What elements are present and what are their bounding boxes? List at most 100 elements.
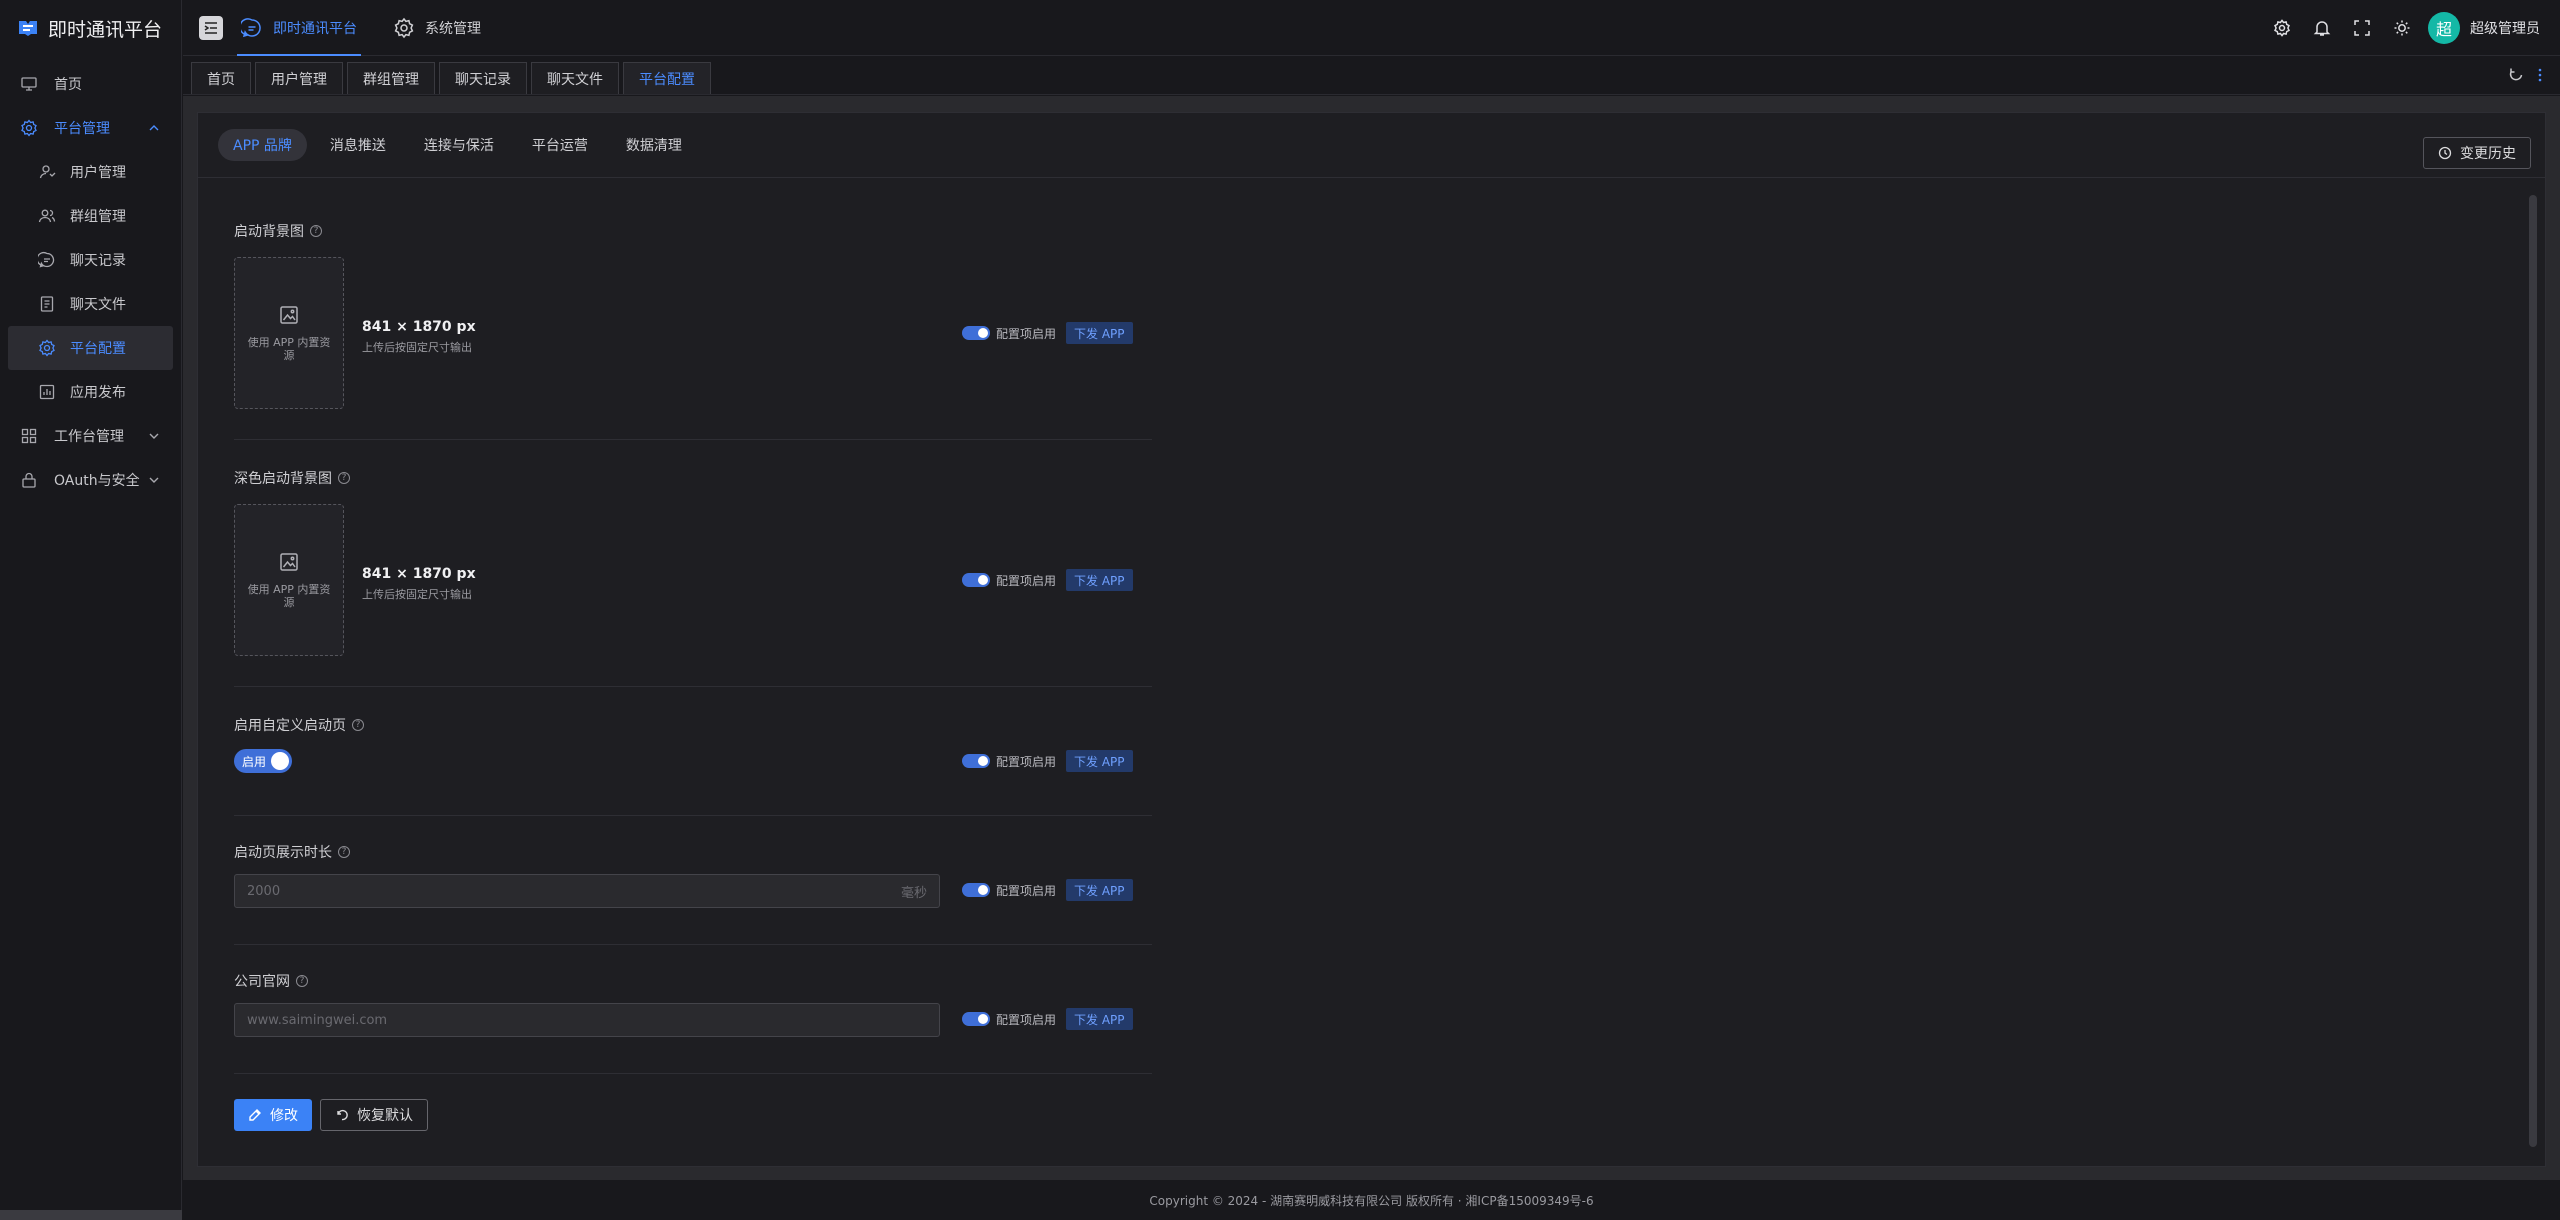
splash-duration-input[interactable]: 2000 毫秒 <box>234 874 940 908</box>
help-icon[interactable]: ? <box>338 846 350 858</box>
monitor-icon <box>21 77 37 91</box>
user-icon <box>39 165 56 179</box>
sidebar-item-chat-files[interactable]: 聊天文件 <box>0 282 181 326</box>
app-logo[interactable]: 即时通讯平台 <box>0 0 181 56</box>
help-icon[interactable]: ? <box>338 472 350 484</box>
config-enable-switch[interactable] <box>962 573 990 587</box>
config-enable-switch[interactable] <box>962 326 990 340</box>
header-tab-label: 系统管理 <box>425 20 481 37</box>
chevron-down-icon <box>149 477 159 483</box>
header-tab-system[interactable]: 系统管理 <box>375 0 499 56</box>
form-row-splash-duration: 启动页展示时长 ? 2000 毫秒 配置项启用 下发 APP <box>234 816 1152 945</box>
gear-icon <box>2274 19 2290 37</box>
theme-toggle-button[interactable] <box>2382 8 2422 48</box>
splash-bg-upload[interactable]: 使用 APP 内置资源 <box>234 257 344 409</box>
page-tab-chat-files[interactable]: 聊天文件 <box>531 62 619 94</box>
page-tabs-bar: 首页 用户管理 群组管理 聊天记录 聊天文件 平台配置 <box>183 57 2560 95</box>
config-tabs: APP 品牌 消息推送 连接与保活 平台运营 数据清理 <box>218 129 697 161</box>
push-app-tag[interactable]: 下发 APP <box>1066 322 1133 344</box>
sidebar-item-app-release[interactable]: 应用发布 <box>0 370 181 414</box>
sidebar-group-workbench[interactable]: 工作台管理 <box>0 414 181 458</box>
more-vertical-icon[interactable] <box>2538 67 2542 83</box>
sidebar-group-platform[interactable]: 平台管理 <box>0 106 181 150</box>
sidebar-item-label: 群组管理 <box>70 209 126 225</box>
edit-icon <box>249 1109 261 1121</box>
custom-splash-switch[interactable]: 启用 <box>234 749 292 773</box>
menu-fold-icon <box>204 21 217 34</box>
sidebar-item-home[interactable]: 首页 <box>0 62 181 106</box>
chevron-up-icon <box>149 125 159 131</box>
notifications-button[interactable] <box>2302 8 2342 48</box>
sidebar-item-platform-config[interactable]: 平台配置 <box>8 326 173 370</box>
input-placeholder: 2000 <box>247 883 281 899</box>
tab-connection-keepalive[interactable]: 连接与保活 <box>409 129 509 161</box>
sidebar-item-groups[interactable]: 群组管理 <box>0 194 181 238</box>
push-app-tag[interactable]: 下发 APP <box>1066 569 1133 591</box>
config-enable-switch[interactable] <box>962 883 990 897</box>
upload-text: 使用 APP 内置资源 <box>247 335 331 362</box>
sidebar-item-label: 聊天记录 <box>70 253 126 269</box>
page-tab-groups[interactable]: 群组管理 <box>347 62 435 94</box>
field-label: 深色启动背景图 <box>234 471 332 487</box>
push-app-tag[interactable]: 下发 APP <box>1066 879 1133 901</box>
tab-data-cleanup[interactable]: 数据清理 <box>611 129 697 161</box>
help-icon[interactable]: ? <box>352 719 364 731</box>
input-placeholder: www.saimingwei.com <box>247 1012 388 1028</box>
sidebar-item-label: 聊天文件 <box>70 297 126 313</box>
config-enable-label: 配置项启用 <box>996 326 1057 341</box>
field-label: 启动页展示时长 <box>234 845 332 861</box>
collapse-sidebar-button[interactable] <box>199 15 223 40</box>
content-scrollbar[interactable] <box>2529 195 2537 1147</box>
header-tab-im-platform[interactable]: 即时通讯平台 <box>223 0 375 56</box>
sidebar-scrollbar[interactable] <box>0 1210 182 1220</box>
gear-icon <box>21 119 37 137</box>
user-name[interactable]: 超级管理员 <box>2470 18 2540 38</box>
reset-label: 恢复默认 <box>357 1108 413 1124</box>
edit-button[interactable]: 修改 <box>234 1099 312 1131</box>
gear-icon <box>394 17 414 38</box>
fullscreen-icon <box>2354 20 2370 36</box>
help-icon[interactable]: ? <box>296 975 308 987</box>
edit-label: 修改 <box>270 1108 298 1124</box>
lock-icon <box>22 472 36 488</box>
tab-app-brand[interactable]: APP 品牌 <box>218 129 307 161</box>
page-tab-platform-config[interactable]: 平台配置 <box>623 62 711 94</box>
settings-button[interactable] <box>2262 8 2302 48</box>
config-enable-switch[interactable] <box>962 1012 990 1026</box>
dark-splash-bg-upload[interactable]: 使用 APP 内置资源 <box>234 504 344 656</box>
page-tab-chat-records[interactable]: 聊天记录 <box>439 62 527 94</box>
size-hint: 上传后按固定尺寸输出 <box>362 341 472 354</box>
sidebar: 即时通讯平台 首页 平台管理 用户管理 群组管理 聊天记录 聊天文件 平台配置 … <box>0 0 182 1220</box>
image-icon <box>280 306 298 324</box>
config-enable-label: 配置项启用 <box>996 754 1057 769</box>
config-enable-switch[interactable] <box>962 754 990 768</box>
reset-default-button[interactable]: 恢复默认 <box>320 1099 428 1131</box>
avatar[interactable]: 超 <box>2428 12 2460 44</box>
tab-message-push[interactable]: 消息推送 <box>315 129 401 161</box>
sidebar-item-label: 工作台管理 <box>54 429 124 445</box>
top-header: 即时通讯平台 系统管理 超 超级管理员 <box>183 0 2560 56</box>
page-tab-home[interactable]: 首页 <box>191 62 251 94</box>
sun-icon <box>2394 20 2410 36</box>
sidebar-item-label: 平台配置 <box>70 341 126 357</box>
sidebar-item-users[interactable]: 用户管理 <box>0 150 181 194</box>
sidebar-group-oauth[interactable]: OAuth与安全 <box>0 458 181 502</box>
size-title: 841 × 1870 px <box>362 319 476 335</box>
sidebar-item-chat-records[interactable]: 聊天记录 <box>0 238 181 282</box>
fullscreen-button[interactable] <box>2342 8 2382 48</box>
chat-icon <box>38 251 55 268</box>
company-site-input[interactable]: www.saimingwei.com <box>234 1003 940 1037</box>
push-app-tag[interactable]: 下发 APP <box>1066 750 1133 772</box>
grid-icon <box>21 428 37 444</box>
size-hint: 上传后按固定尺寸输出 <box>362 588 472 601</box>
refresh-icon[interactable] <box>2508 67 2524 83</box>
undo-icon <box>337 1109 348 1121</box>
push-app-tag[interactable]: 下发 APP <box>1066 1008 1133 1030</box>
image-icon <box>280 553 298 571</box>
page-tab-users[interactable]: 用户管理 <box>255 62 343 94</box>
help-icon[interactable]: ? <box>310 225 322 237</box>
switch-text: 启用 <box>242 754 267 769</box>
change-history-button[interactable]: 变更历史 <box>2423 137 2531 169</box>
users-icon <box>38 209 56 223</box>
tab-platform-operations[interactable]: 平台运营 <box>517 129 603 161</box>
